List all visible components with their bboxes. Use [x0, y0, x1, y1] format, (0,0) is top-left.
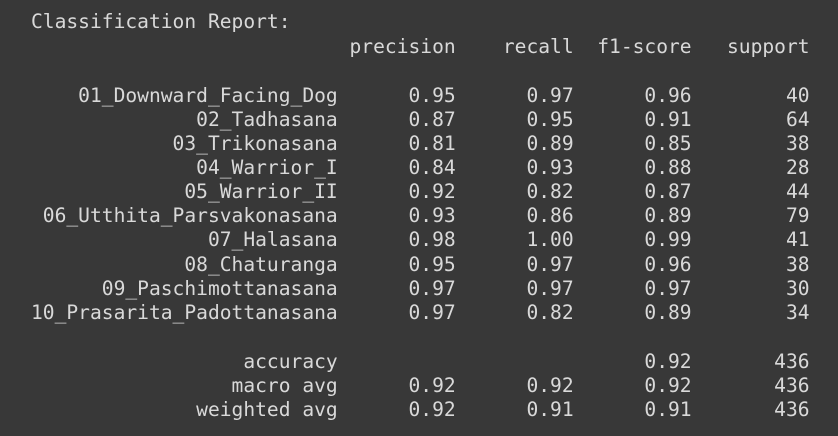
table-row: 02_Tadhasana 0.87 0.95 0.91 64	[31, 108, 810, 131]
table-row: 01_Downward_Facing_Dog 0.95 0.97 0.96 40	[31, 84, 810, 107]
header-row: precision recall f1-score support	[31, 35, 810, 58]
table-row: 03_Trikonasana 0.81 0.89 0.85 38	[31, 132, 810, 155]
table-row: 10_Prasarita_Padottanasana 0.97 0.82 0.8…	[31, 301, 810, 324]
table-row: 05_Warrior_II 0.92 0.82 0.87 44	[31, 180, 810, 203]
report-title: Classification Report:	[31, 10, 291, 33]
summary-row: macro avg 0.92 0.92 0.92 436	[31, 374, 810, 397]
summary-row: weighted avg 0.92 0.91 0.91 436	[31, 398, 810, 421]
table-row: 07_Halasana 0.98 1.00 0.99 41	[31, 228, 810, 251]
table-row: 06_Utthita_Parsvakonasana 0.93 0.86 0.89…	[31, 204, 810, 227]
summary-row: accuracy 0.92 436	[31, 350, 810, 373]
table-row: 09_Paschimottanasana 0.97 0.97 0.97 30	[31, 277, 810, 300]
notebook-output-area: Classification Report: precision recall …	[0, 0, 838, 433]
table-row: 08_Chaturanga 0.95 0.97 0.96 38	[31, 253, 810, 276]
table-row: 04_Warrior_I 0.84 0.93 0.88 28	[31, 156, 810, 179]
